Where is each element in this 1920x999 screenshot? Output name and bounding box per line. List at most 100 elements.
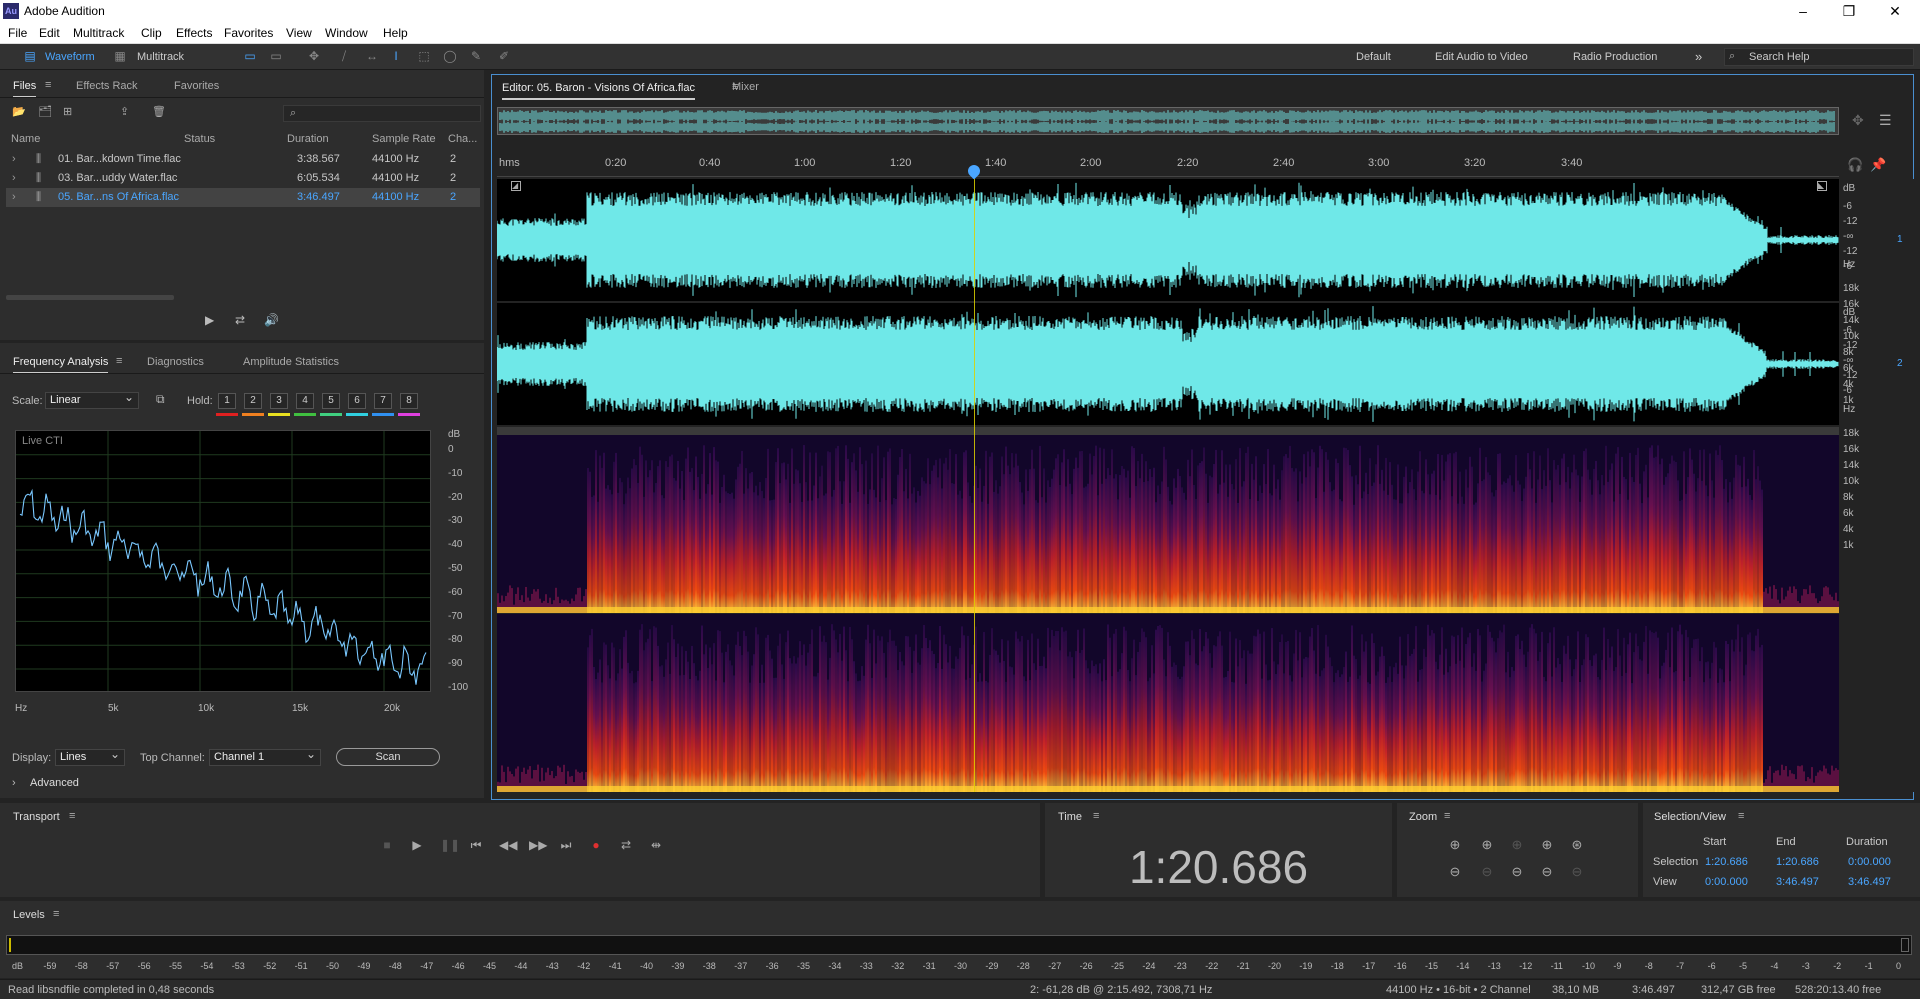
play-preview-icon[interactable]: ▶ (205, 313, 214, 327)
menu-edit[interactable]: Edit (39, 26, 60, 40)
play-icon[interactable]: ▶ (410, 838, 424, 852)
tab-frequency-analysis[interactable]: Frequency Analysis (13, 356, 109, 374)
tab-amplitude-statistics[interactable]: Amplitude Statistics (243, 356, 339, 368)
tab-files[interactable]: Files (13, 80, 37, 98)
record-icon[interactable]: ● (589, 838, 603, 852)
waveform-button[interactable]: Waveform (45, 48, 95, 66)
menu-help[interactable]: Help (383, 26, 408, 40)
fast-forward-icon[interactable]: ▶▶ (529, 838, 547, 852)
time-selection-tool-icon[interactable]: I (388, 49, 404, 63)
menu-multitrack[interactable]: Multitrack (73, 26, 124, 40)
panel-menu-icon[interactable]: ≡ (1093, 810, 1099, 822)
tab-editor[interactable]: Editor: 05. Baron - Visions Of Africa.fl… (502, 82, 695, 100)
spectral-channel-2[interactable] (497, 614, 1839, 812)
spectral-display-icon[interactable]: ▭ (268, 49, 284, 63)
menu-view[interactable]: View (286, 26, 312, 40)
pin-icon[interactable]: 📌 (1870, 157, 1886, 173)
hold-button-8[interactable]: 8 (400, 393, 418, 409)
panel-menu-icon[interactable]: ≡ (1444, 810, 1450, 822)
hold-button-3[interactable]: 3 (270, 393, 288, 409)
menu-file[interactable]: File (8, 26, 27, 40)
scan-button[interactable]: Scan (336, 748, 440, 766)
workspace-edit-audio-to-video[interactable]: Edit Audio to Video (1435, 48, 1528, 66)
hold-button-7[interactable]: 7 (374, 393, 392, 409)
workspace-radio-production[interactable]: Radio Production (1573, 48, 1657, 66)
scale-dropdown[interactable]: Linear (45, 390, 139, 409)
selection-start[interactable]: 1:20.686 (1705, 856, 1748, 868)
zoom-out-point-icon[interactable]: ⊖ (1508, 864, 1526, 880)
clip-indicator[interactable] (1901, 938, 1909, 952)
overview-navigator[interactable] (497, 107, 1839, 135)
zoom-out-amplitude-icon[interactable]: ⊖ (1446, 864, 1464, 880)
column-status[interactable]: Status (184, 133, 215, 145)
column-duration[interactable]: Duration (287, 133, 329, 145)
file-row-selected[interactable]: › ⫼ 05. Bar...ns Of Africa.flac 3:46.497 44… (6, 188, 480, 207)
file-row[interactable]: › ⫼ 01. Bar...kdown Time.flac 3:38.567 4410… (6, 150, 480, 169)
panel-menu-icon[interactable]: ≡ (69, 810, 75, 822)
go-to-end-icon[interactable]: ⏭ (559, 838, 573, 852)
file-row[interactable]: › ⫼ 03. Bar...uddy Water.flac 6:05.534 4410… (6, 169, 480, 188)
column-channels[interactable]: Cha... (448, 133, 477, 145)
panel-menu-icon[interactable]: ≡ (45, 79, 51, 91)
zoom-full-icon[interactable]: ⊖ (1538, 864, 1556, 880)
display-dropdown[interactable]: Lines (55, 747, 125, 766)
marquee-tool-icon[interactable]: ⬚ (416, 49, 432, 63)
delete-icon[interactable]: 🗑 (152, 105, 166, 118)
column-name[interactable]: Name (11, 133, 40, 145)
menu-window[interactable]: Window (325, 26, 368, 40)
panel-menu-icon[interactable]: ≡ (53, 908, 59, 920)
menu-favorites[interactable]: Favorites (224, 26, 273, 40)
channel-2-badge[interactable]: 2 (1897, 358, 1903, 369)
hold-button-2[interactable]: 2 (244, 393, 262, 409)
hud-icon[interactable]: ◣ (1817, 181, 1827, 191)
waveform-channel-2[interactable] (496, 303, 1839, 425)
files-search-input[interactable]: ⌕ (283, 105, 481, 122)
spectral-divider[interactable] (497, 427, 1839, 435)
advanced-chevron-icon[interactable]: › (12, 777, 16, 789)
column-sample-rate[interactable]: Sample Rate (372, 133, 436, 145)
workspace-default[interactable]: Default (1356, 48, 1391, 66)
hold-button-4[interactable]: 4 (296, 393, 314, 409)
top-channel-dropdown[interactable]: Channel 1 (209, 747, 321, 766)
menu-effects[interactable]: Effects (176, 26, 212, 40)
razor-tool-icon[interactable]: ⧸ (336, 49, 352, 63)
hold-button-6[interactable]: 6 (348, 393, 366, 409)
view-end[interactable]: 3:46.497 (1776, 876, 1819, 888)
zoom-out-full-icon[interactable]: ⊖ (1568, 864, 1586, 880)
channel-1-badge[interactable]: 1 (1897, 234, 1903, 245)
hold-button-1[interactable]: 1 (218, 393, 236, 409)
files-scrollbar[interactable] (6, 295, 174, 300)
tab-diagnostics[interactable]: Diagnostics (147, 356, 204, 368)
spot-healing-tool-icon[interactable]: ✐ (496, 49, 512, 63)
rewind-icon[interactable]: ◀◀ (499, 838, 517, 852)
list-view-icon[interactable]: ☰ (1879, 112, 1892, 129)
open-file-icon[interactable]: 📂 (12, 105, 26, 118)
expand-icon[interactable]: ◢ (511, 181, 521, 191)
minimize-icon[interactable]: – (1780, 0, 1826, 24)
advanced-toggle[interactable]: Advanced (30, 777, 79, 789)
move-tool-icon[interactable]: ✥ (306, 49, 322, 63)
view-start[interactable]: 0:00.000 (1705, 876, 1748, 888)
selection-duration[interactable]: 0:00.000 (1848, 856, 1891, 868)
close-icon[interactable]: ✕ (1872, 0, 1918, 24)
view-duration[interactable]: 3:46.497 (1848, 876, 1891, 888)
lasso-tool-icon[interactable]: ◯ (442, 49, 458, 63)
multitrack-button[interactable]: Multitrack (137, 48, 184, 66)
import-file-icon[interactable]: 🗂 (38, 105, 52, 118)
current-time-display[interactable]: 1:20.686 (1045, 840, 1392, 894)
maximize-icon[interactable]: ❐ (1826, 0, 1872, 24)
selection-end[interactable]: 1:20.686 (1776, 856, 1819, 868)
new-file-icon[interactable]: ⊞ (63, 105, 72, 118)
insert-icon[interactable]: ⇪ (120, 105, 129, 118)
tab-effects-rack[interactable]: Effects Rack (76, 80, 138, 92)
menu-clip[interactable]: Clip (141, 26, 162, 40)
time-ruler[interactable]: hms 0:20 0:40 1:00 1:20 1:40 2:00 2:20 2:40 3:00 3… (497, 153, 1839, 177)
zoom-in-amplitude-icon[interactable]: ⊕ (1446, 837, 1464, 853)
pause-icon[interactable]: ❚❚ (440, 838, 460, 852)
zoom-out-time-icon[interactable]: ⊖ (1478, 864, 1496, 880)
tab-mixer[interactable]: Mixer (732, 81, 759, 93)
loop-preview-icon[interactable]: ⇄ (235, 313, 245, 327)
zoom-reset-time-icon[interactable]: ⊛ (1568, 837, 1586, 853)
zoom-in-in-point-icon[interactable]: ⊕ (1538, 837, 1556, 853)
more-workspaces-icon[interactable]: » (1695, 48, 1702, 66)
